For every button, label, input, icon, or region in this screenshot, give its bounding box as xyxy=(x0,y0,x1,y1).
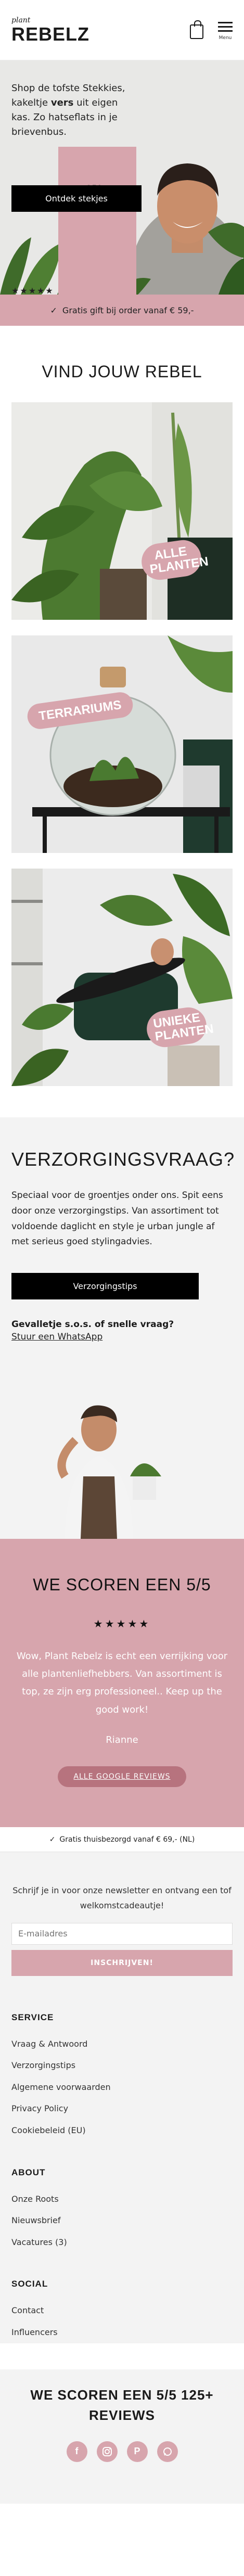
menu-label: Menu xyxy=(219,35,232,41)
care-question: Gevalletje s.o.s. of snelle vraag? xyxy=(11,1319,174,1330)
review-stars: ★★★★★ xyxy=(93,1617,151,1630)
facebook-icon[interactable]: f xyxy=(66,2441,87,2462)
footer-link[interactable]: Contact xyxy=(11,2300,233,2322)
category-card-all-plants[interactable]: ALLE PLANTEN xyxy=(11,402,233,620)
whatsapp-link[interactable]: Stuur een WhatsApp xyxy=(11,1332,233,1342)
category-image-all-plants xyxy=(11,402,233,620)
site-header: plant REBELZ Menu xyxy=(0,0,244,60)
header-icons: Menu xyxy=(190,19,233,41)
footer-heading: SERVICE xyxy=(11,2012,54,2022)
footer-social: SOCIAL Contact Influencers xyxy=(11,2279,233,2343)
pinterest-icon[interactable]: P xyxy=(126,2441,148,2462)
footer-link[interactable]: Verzorgingstips xyxy=(11,2055,233,2076)
footer-service: SERVICE Vraag & Antwoord Verzorgingstips… xyxy=(11,2012,233,2141)
hero-rating: ★★★★★ 250+ reviews xyxy=(11,146,136,295)
newsletter-text: Schrijf je in voor onze newsletter en on… xyxy=(12,1885,232,1910)
care-title: VERZORGINGSVRAAG? xyxy=(11,1149,235,1170)
menu-button[interactable]: Menu xyxy=(218,19,233,41)
email-field[interactable] xyxy=(11,1922,233,1945)
newsletter-section: Schrijf je in voor onze newsletter en on… xyxy=(0,1852,244,2002)
hero-tagline: Shop de tofste Stekkies, kakeltje vers u… xyxy=(11,83,125,137)
category-card-terrariums[interactable]: TERRARIUMS xyxy=(11,635,233,853)
review-author: Rianne xyxy=(106,1734,138,1745)
footer-link[interactable]: Onze Roots xyxy=(11,2188,233,2210)
logo-text: REBELZ xyxy=(11,23,89,45)
check-icon: ✓ xyxy=(50,305,57,315)
reviews-title: WE SCOREN EEN 5/5 xyxy=(33,1575,211,1594)
hero-banner: Shop de tofste Stekkies, kakeltje vers u… xyxy=(0,60,244,295)
care-section: VERZORGINGSVRAAG? Speciaal voor de groen… xyxy=(0,1117,244,1539)
footer-link[interactable]: Algemene voorwaarden xyxy=(11,2076,233,2098)
logo[interactable]: plant REBELZ xyxy=(11,17,89,44)
footer: SERVICE Vraag & Antwoord Verzorgingstips… xyxy=(0,2001,244,2343)
categories-title: VIND JOUW REBEL xyxy=(42,362,202,381)
footer-link[interactable]: Vraag & Antwoord xyxy=(11,2033,233,2055)
review-quote: Wow, Plant Rebelz is echt een verrijking… xyxy=(16,1651,228,1715)
shipping-small-text: Gratis thuisbezorgd vanaf € 69,- (NL) xyxy=(59,1835,195,1844)
reviews-link[interactable]: 250+ reviews xyxy=(58,146,136,295)
check-icon: ✓ xyxy=(49,1835,56,1844)
category-image-terrariums xyxy=(11,635,233,853)
footer-link[interactable]: Cookiebeleid (EU) xyxy=(11,2120,233,2141)
discover-cuttings-button[interactable]: Ontdek stekjes xyxy=(11,185,142,212)
care-photo xyxy=(57,1405,161,1539)
shipping-bar-small: ✓ Gratis thuisbezorgd vanaf € 69,- (NL) xyxy=(0,1827,244,1852)
whatsapp-icon[interactable] xyxy=(157,2441,178,2462)
footer-link[interactable]: Privacy Policy xyxy=(11,2098,233,2120)
care-description: Speciaal voor de groentjes onder ons. Sp… xyxy=(11,1190,223,1247)
footer-link[interactable]: Nieuwsbrief xyxy=(11,2210,233,2231)
footer-heading: ABOUT xyxy=(11,2167,46,2177)
footer-score-title: WE SCOREN EEN 5/5 125+ REVIEWS xyxy=(30,2387,214,2423)
rating-stars: ★★★★★ xyxy=(11,286,54,295)
footer-link[interactable]: Vacatures (3) xyxy=(11,2231,233,2253)
category-image-unique-plants xyxy=(11,869,233,1086)
shipping-bar: ✓ Gratis gift bij order vanaf € 59,- xyxy=(0,295,244,326)
footer-link[interactable]: Influencers xyxy=(11,2322,233,2343)
subscribe-button[interactable]: INSCHRIJVEN! xyxy=(11,1949,233,1976)
instagram-icon[interactable] xyxy=(96,2441,118,2462)
footer-about: ABOUT Onze Roots Nieuwsbrief Vacatures (… xyxy=(11,2167,233,2253)
category-card-unique-plants[interactable]: UNIEKE PLANTEN xyxy=(11,869,233,1086)
footer-heading: SOCIAL xyxy=(11,2279,48,2289)
shipping-bar-text: Gratis gift bij order vanaf € 59,- xyxy=(62,305,194,315)
footer-bottom: WE SCOREN EEN 5/5 125+ REVIEWS f P xyxy=(0,2369,244,2504)
reviews-section: WE SCOREN EEN 5/5 ★★★★★ Wow, Plant Rebel… xyxy=(0,1539,244,1827)
shopping-bag-icon[interactable] xyxy=(190,20,203,39)
care-tips-button[interactable]: Verzorgingstips xyxy=(11,1273,199,1299)
social-icons: f P xyxy=(11,2441,233,2462)
hamburger-icon xyxy=(218,19,233,34)
google-reviews-button[interactable]: ALLE GOOGLE REVIEWS xyxy=(58,1766,186,1787)
logo-small-text: plant xyxy=(11,16,31,24)
